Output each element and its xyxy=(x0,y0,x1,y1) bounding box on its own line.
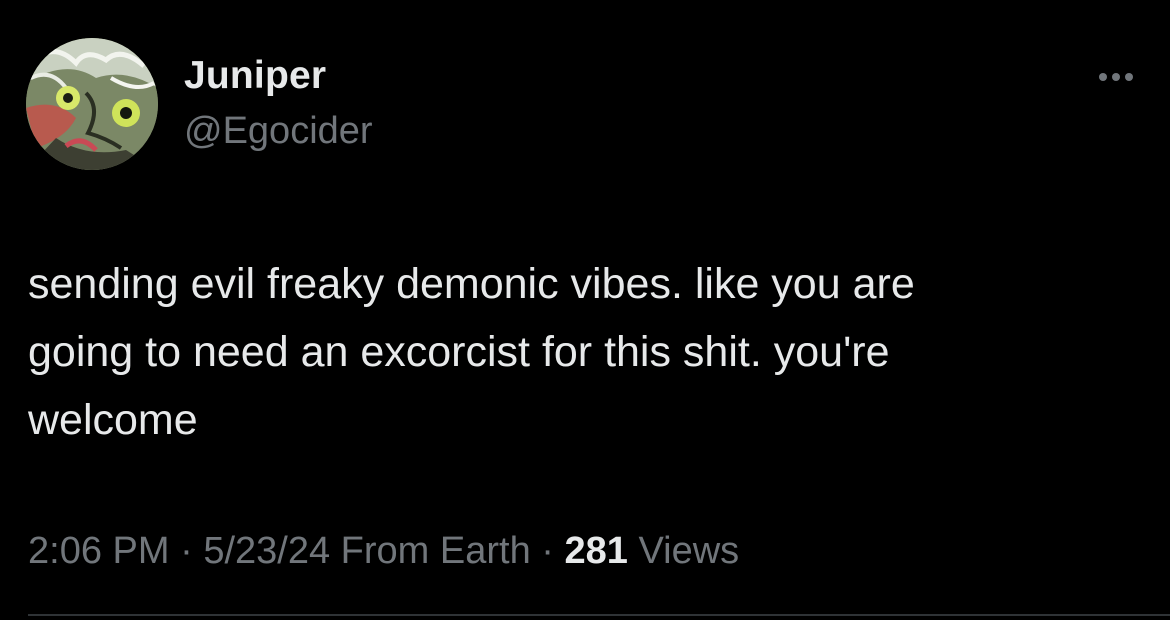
divider xyxy=(28,614,1170,616)
anime-character-avatar-icon xyxy=(26,38,158,170)
avatar[interactable] xyxy=(26,38,158,170)
views-label[interactable]: Views xyxy=(638,530,739,572)
tweet-meta: 2:06 PM · 5/23/24 From Earth · 281 Views xyxy=(28,530,739,573)
meta-separator: · xyxy=(180,530,193,572)
more-options-button[interactable] xyxy=(1088,62,1144,92)
more-horizontal-icon xyxy=(1099,73,1107,81)
display-name[interactable]: Juniper xyxy=(184,54,326,98)
meta-separator: · xyxy=(541,530,554,572)
tweet-source: From Earth xyxy=(340,530,531,572)
tweet-card: Juniper @Egocider sending evil freaky de… xyxy=(0,0,1170,620)
tweet-time[interactable]: 2:06 PM xyxy=(28,530,170,572)
more-horizontal-icon xyxy=(1125,73,1133,81)
tweet-date[interactable]: 5/23/24 xyxy=(203,530,330,572)
user-handle[interactable]: @Egocider xyxy=(184,110,373,153)
views-count[interactable]: 281 xyxy=(565,530,628,572)
more-horizontal-icon xyxy=(1112,73,1120,81)
tweet-text: sending evil freaky demonic vibes. like … xyxy=(28,260,915,444)
